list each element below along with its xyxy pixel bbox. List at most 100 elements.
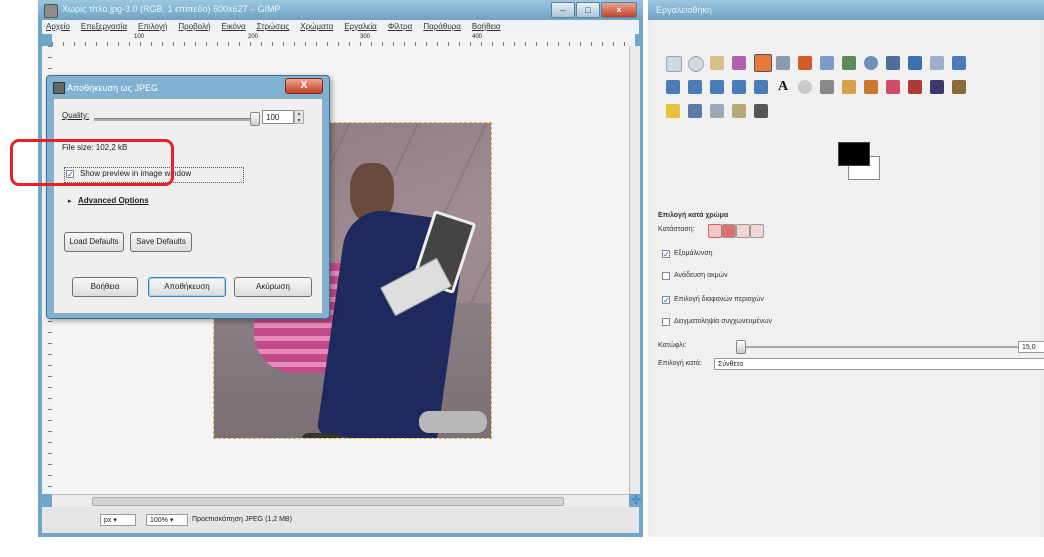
help-button[interactable]: Βοήθεια — [72, 277, 138, 297]
smudge-icon[interactable] — [732, 104, 746, 118]
feather-edges-checkbox[interactable] — [662, 272, 670, 280]
menu-file[interactable]: Αρχείο — [46, 20, 70, 34]
scrollbar-thumb[interactable] — [92, 497, 564, 506]
measure-icon[interactable] — [886, 56, 900, 70]
dodge-burn-icon[interactable] — [754, 104, 768, 118]
toolbox-window: Εργαλειοθήκη A Επιλογή κατά χρώμα Κατάστ… — [648, 0, 1044, 537]
quality-spinbox[interactable]: 100 — [262, 110, 294, 124]
zoom-select[interactable]: 100% ▾ — [146, 514, 188, 526]
ruler-mark: 200 — [248, 34, 259, 40]
save-defaults-button[interactable]: Save Defaults — [130, 232, 192, 252]
toolbox-panel: A Επιλογή κατά χρώμα Κατάσταση: ✓ Εξομάλ… — [652, 20, 1044, 537]
scissors-select-icon[interactable] — [776, 56, 790, 70]
dialog-close-button[interactable]: X — [285, 78, 323, 94]
load-defaults-button[interactable]: Load Defaults — [64, 232, 124, 252]
mode-subtract-icon[interactable] — [736, 224, 750, 238]
menu-colors[interactable]: Χρώματα — [300, 20, 333, 34]
tool-options-panel: Επιλογή κατά χρώμα Κατάσταση: ✓ Εξομάλυν… — [656, 210, 1044, 557]
export-jpeg-dialog: Αποθήκευση ως JPEG X Quality: 100 ▲ ▼ Fil… — [46, 75, 330, 319]
menu-image[interactable]: Εικόνα — [222, 20, 246, 34]
unit-value: px — [104, 517, 112, 524]
quality-spin-arrows-icon[interactable]: ▲ ▼ — [294, 110, 304, 124]
unit-select[interactable]: px ▾ — [100, 514, 136, 526]
vertical-scrollbar[interactable] — [629, 46, 640, 494]
blend-icon[interactable] — [820, 80, 834, 94]
quality-label: Quality: — [62, 111, 90, 120]
mode-label: Κατάσταση: — [658, 226, 695, 233]
toolbox-title: Εργαλειοθήκη — [656, 5, 712, 15]
image-window-titlebar[interactable]: Χωρίς τίτλο.jpg-3.0 (RGB, 1 επίπεδο) 500… — [38, 0, 643, 20]
save-button[interactable]: Αποθήκευση — [148, 277, 226, 297]
select-by-color-icon[interactable] — [754, 54, 772, 72]
select-by-dropdown[interactable]: Σύνθετο — [714, 358, 1044, 370]
clone-icon[interactable] — [952, 80, 966, 94]
sample-merged-checkbox[interactable] — [662, 318, 670, 326]
paintbrush-icon[interactable] — [864, 80, 878, 94]
menu-tools[interactable]: Εργαλεία — [344, 20, 376, 34]
menu-view[interactable]: Προβολή — [178, 20, 210, 34]
zoom-icon[interactable] — [864, 56, 878, 70]
foreground-select-icon[interactable] — [798, 56, 812, 70]
mode-intersect-icon[interactable] — [750, 224, 764, 238]
move-icon[interactable] — [908, 56, 922, 70]
menu-help[interactable]: Βοήθεια — [472, 20, 501, 34]
foreground-color-swatch[interactable] — [838, 142, 870, 166]
ink-icon[interactable] — [930, 80, 944, 94]
ruler-mark: 100 — [134, 34, 145, 40]
menu-windows[interactable]: Παράθυρα — [423, 20, 461, 34]
quality-slider-handle[interactable] — [250, 112, 260, 126]
free-select-icon[interactable] — [710, 56, 724, 70]
heal-icon[interactable] — [666, 104, 680, 118]
threshold-spinbox[interactable]: 15,0 — [1018, 341, 1044, 353]
maximize-button[interactable]: □ — [576, 2, 600, 18]
align-icon[interactable] — [930, 56, 944, 70]
select-transparent-checkbox[interactable]: ✓ — [662, 296, 670, 305]
airbrush-icon[interactable] — [908, 80, 922, 94]
gimp-app-icon — [44, 4, 58, 18]
mode-add-icon[interactable] — [722, 224, 736, 238]
perspective-clone-icon[interactable] — [688, 104, 702, 118]
quality-slider[interactable] — [94, 118, 254, 121]
expander-arrow-icon[interactable]: ▸ — [68, 197, 72, 205]
advanced-options-expander[interactable]: Advanced Options — [78, 196, 149, 205]
rect-select-icon[interactable] — [666, 56, 682, 72]
color-picker-icon[interactable] — [842, 56, 856, 70]
menu-layers[interactable]: Στρώσεις — [257, 20, 290, 34]
pencil-icon[interactable] — [842, 80, 856, 94]
menu-select[interactable]: Επιλογή — [138, 20, 167, 34]
status-bar: px ▾ 100% ▾ Προεπισκόπηση JPEG (1,2 MB) — [42, 507, 639, 533]
rotate-icon[interactable] — [666, 80, 680, 94]
threshold-slider[interactable] — [742, 346, 1022, 348]
minimize-button[interactable]: – — [551, 2, 575, 18]
menu-filters[interactable]: Φίλτρα — [388, 20, 413, 34]
shear-icon[interactable] — [710, 80, 724, 94]
feather-edges-label: Ανάδευση ακμών — [674, 272, 728, 279]
toolbox-titlebar[interactable]: Εργαλειοθήκη — [648, 0, 1044, 20]
mode-replace-icon[interactable] — [708, 224, 722, 238]
threshold-slider-handle[interactable] — [736, 340, 746, 354]
close-button[interactable]: × — [601, 2, 637, 18]
sample-merged-label: Δειγματοληψία συγχωνευμένων — [674, 318, 772, 325]
image-window-title: Χωρίς τίτλο.jpg-3.0 (RGB, 1 επίπεδο) 500… — [62, 4, 281, 14]
ellipse-select-icon[interactable] — [688, 56, 704, 72]
menu-edit[interactable]: Επεξεργασία — [81, 20, 127, 34]
scale-icon[interactable] — [688, 80, 702, 94]
antialiasing-checkbox[interactable]: ✓ — [662, 250, 670, 259]
antialiasing-label: Εξομάλυνση — [674, 250, 713, 257]
text-tool-icon[interactable]: A — [776, 80, 790, 94]
dialog-body: Quality: 100 ▲ ▼ File size: 102,2 kB ✓ Sh… — [53, 98, 323, 314]
ruler-mark: 400 — [472, 34, 483, 40]
navigate-icon[interactable]: ✛ — [629, 493, 643, 506]
eraser-icon[interactable] — [886, 80, 900, 94]
crop-icon[interactable] — [952, 56, 966, 70]
paths-icon[interactable] — [820, 56, 834, 70]
cancel-button[interactable]: Ακύρωση — [234, 277, 312, 297]
menu-bar: Αρχείο Επεξεργασία Επιλογή Προβολή Εικόν… — [42, 20, 639, 34]
horizontal-scrollbar[interactable] — [52, 494, 629, 507]
flip-icon[interactable] — [754, 80, 768, 94]
perspective-icon[interactable] — [732, 80, 746, 94]
bucket-fill-icon[interactable] — [798, 80, 812, 94]
blur-icon[interactable] — [710, 104, 724, 118]
fuzzy-select-icon[interactable] — [732, 56, 746, 70]
status-message: Προεπισκόπηση JPEG (1,2 MB) — [192, 516, 292, 523]
